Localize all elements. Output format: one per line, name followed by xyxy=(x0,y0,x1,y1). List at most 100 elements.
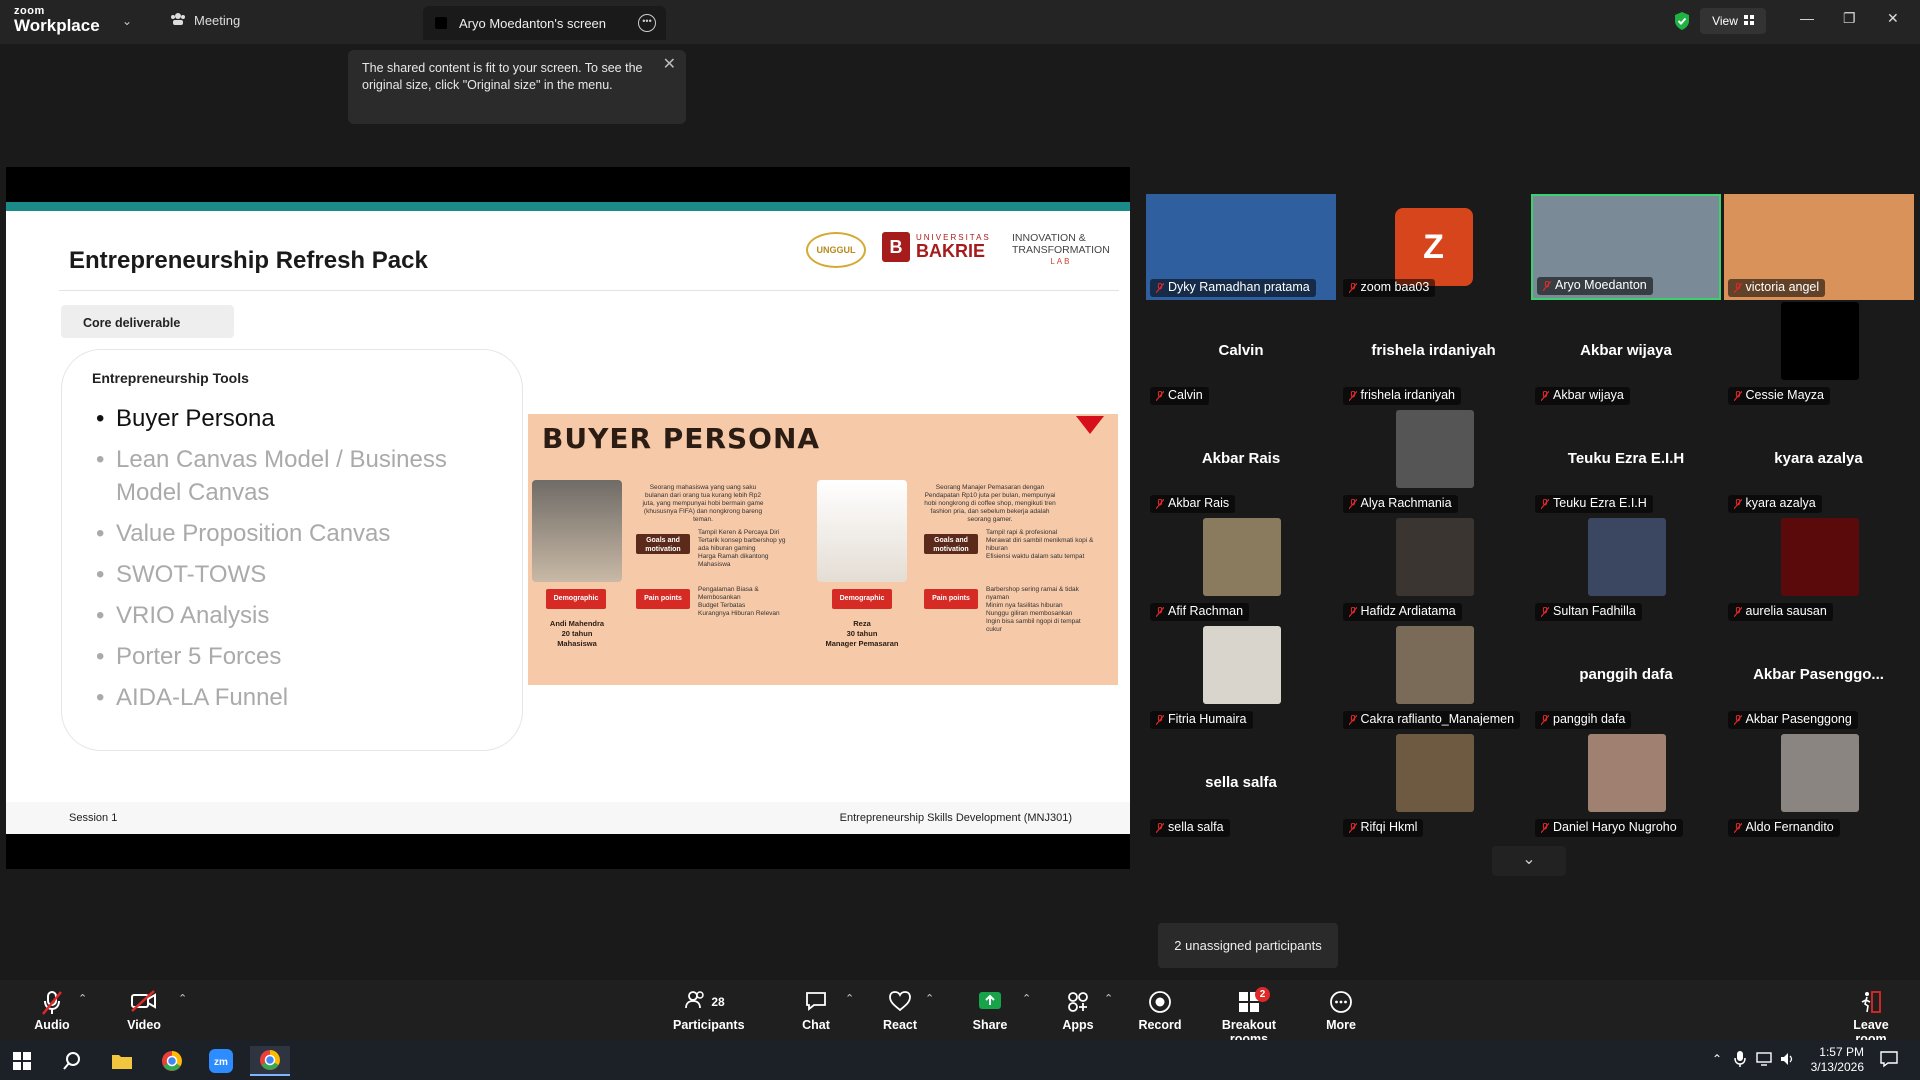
video-button[interactable]: Video xyxy=(126,990,162,1032)
participant-tile[interactable]: Sultan Fadhilla xyxy=(1531,518,1721,624)
participant-tile[interactable]: panggih dafa panggih dafa xyxy=(1531,626,1721,732)
participant-tile[interactable]: Afif Rachman xyxy=(1146,518,1336,624)
record-button[interactable]: Record xyxy=(1138,990,1182,1032)
participants-button[interactable]: 28 Participants xyxy=(673,990,745,1032)
taskbar-clock[interactable]: 1:57 PM 3/13/2026 xyxy=(1811,1045,1864,1075)
shield-icon[interactable] xyxy=(1673,11,1691,31)
participant-tile[interactable]: Calvin Calvin xyxy=(1146,302,1336,408)
chevron-up-icon[interactable]: ⌃ xyxy=(178,992,187,1005)
participant-tile[interactable]: Aryo Moedanton xyxy=(1531,194,1721,300)
participant-tile[interactable]: Akbar Pasenggo... Akbar Pasenggong xyxy=(1723,626,1914,732)
tab-shared-screen[interactable]: Aryo Moedanton's screen ••• xyxy=(423,6,666,40)
participant-tile[interactable]: Daniel Haryo Nugroho xyxy=(1531,734,1721,840)
chevron-down-icon[interactable]: ⌄ xyxy=(122,14,132,28)
itl-line2: TRANSFORMATION xyxy=(1012,244,1110,256)
participant-name: sella salfa xyxy=(1168,820,1224,834)
windows-start-icon[interactable] xyxy=(2,1046,42,1076)
share-button[interactable]: Share xyxy=(972,990,1008,1032)
mic-muted-icon xyxy=(1733,607,1742,617)
search-icon[interactable] xyxy=(52,1046,92,1076)
volume-icon[interactable] xyxy=(1780,1051,1796,1072)
zoom-app-icon[interactable]: zm xyxy=(201,1046,241,1076)
breakout-badge: 2 xyxy=(1255,987,1270,1002)
chevron-up-icon[interactable]: ⌃ xyxy=(1104,992,1113,1005)
chevron-down-icon[interactable]: ⌄ xyxy=(1492,846,1566,876)
breakout-rooms-button[interactable]: 2 Breakout rooms xyxy=(1205,987,1293,1046)
participant-name-label: Rifqi Hkml xyxy=(1342,819,1424,837)
chrome-icon[interactable] xyxy=(152,1046,192,1076)
participant-name: Calvin xyxy=(1168,388,1203,402)
screen-tab-label: Aryo Moedanton's screen xyxy=(459,15,607,31)
persona2-name: Reza xyxy=(853,619,871,628)
view-button[interactable]: View xyxy=(1700,8,1766,34)
audio-button[interactable]: Audio xyxy=(34,990,70,1032)
participant-name: Akbar Rais xyxy=(1168,496,1230,510)
pain-points-label: Pain points xyxy=(924,589,978,609)
participant-display-name: Akbar Rais xyxy=(1201,450,1281,467)
demographic-label: Demographic xyxy=(546,589,606,609)
participant-name: Teuku Ezra E.I.H xyxy=(1553,496,1647,510)
mic-muted-icon xyxy=(1541,607,1549,617)
participant-tile[interactable]: Akbar wijaya Akbar wijaya xyxy=(1531,302,1721,408)
participant-tile[interactable]: victoria angel xyxy=(1723,194,1914,300)
network-icon[interactable] xyxy=(1756,1051,1772,1072)
file-explorer-icon[interactable] xyxy=(102,1046,142,1076)
chevron-up-icon[interactable]: ⌃ xyxy=(1712,1052,1722,1066)
microphone-icon[interactable] xyxy=(1734,1050,1746,1073)
leave-room-button[interactable]: Leave room xyxy=(1838,990,1904,1046)
participant-tile[interactable]: Alya Rachmania xyxy=(1338,410,1529,516)
participant-tile[interactable]: Dyky Ramadhan pratama xyxy=(1146,194,1336,300)
participant-tile[interactable]: Teuku Ezra E.I.H Teuku Ezra E.I.H xyxy=(1531,410,1721,516)
restore-icon[interactable]: ❐ xyxy=(1843,10,1856,27)
more-label: More xyxy=(1326,1018,1356,1032)
mic-muted-icon xyxy=(1541,823,1549,833)
participant-name: Sultan Fadhilla xyxy=(1553,604,1636,618)
notifications-icon[interactable] xyxy=(1880,1050,1898,1073)
unassigned-participants-popup[interactable]: 2 unassigned participants xyxy=(1158,923,1338,968)
close-icon[interactable]: ✕ xyxy=(1887,10,1899,27)
chevron-up-icon[interactable]: ⌃ xyxy=(925,992,934,1005)
chevron-up-icon[interactable]: ⌃ xyxy=(1022,992,1031,1005)
participant-tile[interactable]: Akbar Rais Akbar Rais xyxy=(1146,410,1336,516)
participant-name-label: Calvin xyxy=(1150,387,1209,405)
meeting-menu-button[interactable]: Meeting xyxy=(170,12,240,29)
entrepreneurship-tools-card: Entrepreneurship Tools Buyer Persona Lea… xyxy=(61,349,523,751)
participant-tile[interactable]: Aldo Fernandito xyxy=(1723,734,1914,840)
participant-tile[interactable]: Zzoom baa03 xyxy=(1338,194,1529,300)
tool-item: Buyer Persona xyxy=(96,402,496,435)
minimize-icon[interactable]: — xyxy=(1800,10,1814,26)
more-button[interactable]: More xyxy=(1324,990,1358,1032)
mic-muted-icon xyxy=(1156,823,1164,833)
participant-tile[interactable]: Hafidz Ardiatama xyxy=(1338,518,1529,624)
participant-name-label: Aryo Moedanton xyxy=(1537,277,1653,295)
chevron-up-icon[interactable]: ⌃ xyxy=(845,992,854,1005)
video-label: Video xyxy=(127,1018,161,1032)
participant-tile[interactable]: kyara azalya kyara azalya xyxy=(1723,410,1914,516)
participant-tile[interactable]: Cakra raflianto_Manajemen xyxy=(1338,626,1529,732)
more-options-icon[interactable]: ••• xyxy=(638,14,656,32)
chrome-active-icon[interactable] xyxy=(250,1046,290,1076)
title-bar: zoom Workplace ⌄ Meeting Aryo Moedanton'… xyxy=(0,0,1920,44)
react-button[interactable]: React xyxy=(882,990,918,1032)
bakrie-mark-icon: B xyxy=(882,232,910,262)
participant-display-name: frishela irdaniyah xyxy=(1371,342,1496,359)
participant-tile[interactable]: frishela irdaniyah frishela irdaniyah xyxy=(1338,302,1529,408)
mic-muted-icon xyxy=(1156,715,1164,725)
participant-tile[interactable]: Cessie Mayza xyxy=(1723,302,1914,408)
record-label: Record xyxy=(1138,1018,1182,1032)
slide-divider xyxy=(59,290,1119,291)
participant-tile[interactable]: Rifqi Hkml xyxy=(1338,734,1529,840)
apps-button[interactable]: Apps xyxy=(1062,990,1094,1032)
participant-tile[interactable]: Fitria Humaira xyxy=(1146,626,1336,732)
chevron-up-icon[interactable]: ⌃ xyxy=(78,992,87,1005)
leave-icon xyxy=(1838,990,1904,1018)
participant-name-label: Cakra raflianto_Manajemen xyxy=(1342,711,1521,729)
participant-tile[interactable]: sella salfa sella salfa xyxy=(1146,734,1336,840)
close-icon[interactable]: ✕ xyxy=(663,56,676,73)
participant-name-label: Aldo Fernandito xyxy=(1727,819,1840,837)
itl-line1: INNOVATION & xyxy=(1012,232,1086,244)
tools-heading: Entrepreneurship Tools xyxy=(92,370,249,386)
participant-tile[interactable]: aurelia sausan xyxy=(1723,518,1914,624)
footer-session: Session 1 xyxy=(69,812,118,824)
chat-button[interactable]: Chat xyxy=(800,990,832,1032)
